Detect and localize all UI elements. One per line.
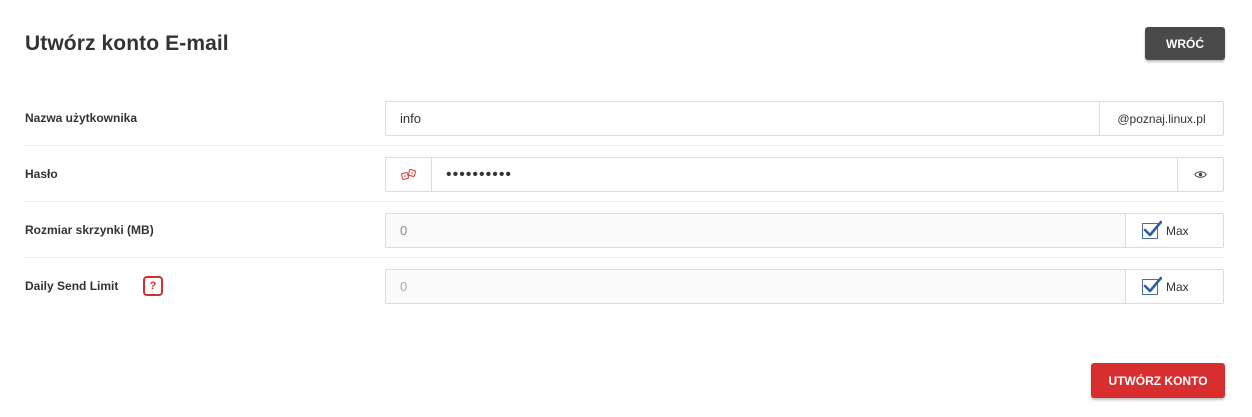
- daily-send-limit-max-label: Max: [1166, 279, 1189, 294]
- page-title: Utwórz konto E-mail: [25, 32, 229, 55]
- mailbox-size-max-checkbox[interactable]: [1142, 220, 1162, 239]
- password-input[interactable]: [432, 158, 1177, 191]
- mailbox-size-max-label: Max: [1166, 223, 1189, 238]
- eye-icon[interactable]: [1177, 158, 1223, 191]
- back-button[interactable]: WRÓĆ: [1145, 27, 1225, 60]
- username-label: Nazwa użytkownika: [25, 110, 138, 125]
- password-row: Hasło: [25, 146, 1225, 202]
- mailbox-size-input[interactable]: [386, 214, 1125, 247]
- username-row: Nazwa użytkownika @poznaj.linux.pl: [25, 90, 1225, 146]
- daily-send-limit-input-group: Max: [385, 269, 1224, 304]
- mailbox-size-input-group: Max: [385, 213, 1224, 248]
- daily-send-limit-input[interactable]: [386, 270, 1125, 303]
- daily-send-limit-label: Daily Send Limit: [25, 279, 119, 293]
- mailbox-size-row: Rozmiar skrzynki (MB) Max: [25, 202, 1225, 258]
- dice-icon[interactable]: [386, 158, 432, 191]
- daily-send-limit-max-checkbox[interactable]: [1142, 276, 1162, 295]
- create-account-button[interactable]: UTWÓRZ KONTO: [1091, 363, 1225, 398]
- password-input-group: [385, 157, 1224, 192]
- username-input-group: @poznaj.linux.pl: [385, 101, 1224, 136]
- daily-send-limit-max-toggle[interactable]: Max: [1125, 270, 1223, 303]
- mailbox-size-max-toggle[interactable]: Max: [1125, 214, 1223, 247]
- daily-send-limit-row: Daily Send Limit ? Max: [25, 258, 1225, 314]
- domain-suffix: @poznaj.linux.pl: [1099, 102, 1223, 135]
- help-icon[interactable]: ?: [143, 276, 163, 296]
- username-input[interactable]: [386, 102, 1099, 135]
- password-label: Hasło: [25, 166, 58, 181]
- mailbox-size-label: Rozmiar skrzynki (MB): [25, 222, 154, 237]
